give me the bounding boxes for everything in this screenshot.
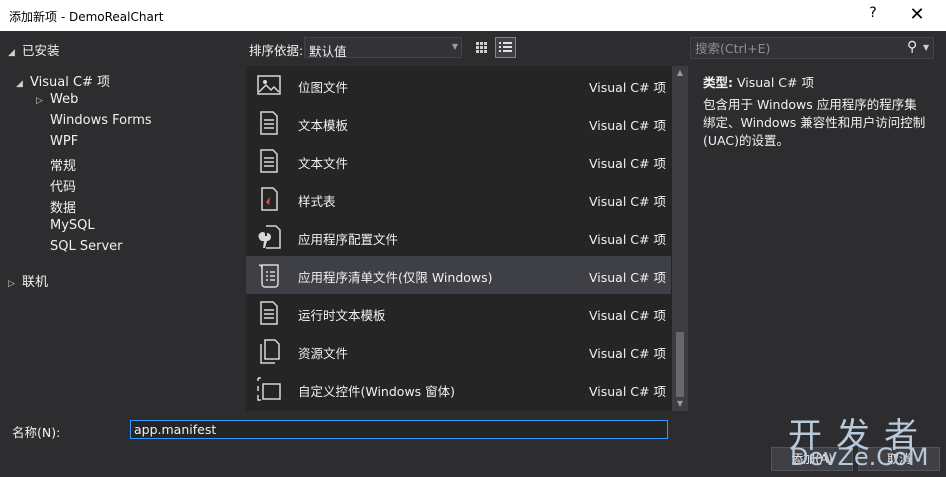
window-title: 添加新项 - DemoRealChart — [9, 10, 164, 24]
template-lang: Visual C# 项 — [589, 118, 666, 133]
custom-control-icon — [257, 377, 281, 401]
template-lang: Visual C# 项 — [589, 232, 666, 247]
template-row-stylesheet[interactable]: 样式表 Visual C# 项 — [246, 180, 671, 218]
collapse-arrow-icon: ◢ — [16, 79, 23, 89]
template-row-bitmap[interactable]: 位图文件 Visual C# 项 — [246, 66, 671, 104]
list-view-button[interactable] — [495, 37, 516, 58]
template-row-app-config[interactable]: 应用程序配置文件 Visual C# 项 — [246, 218, 671, 256]
description-type: 类型: Visual C# 项 — [703, 72, 814, 91]
text-file-icon — [260, 149, 278, 173]
search-input[interactable] — [695, 40, 895, 56]
template-name: 位图文件 — [298, 80, 349, 95]
description-type-value: Visual C# 项 — [736, 75, 814, 90]
tree-item-label: Web — [50, 92, 79, 107]
template-lang: Visual C# 项 — [589, 346, 666, 361]
template-name: 自定义控件(Windows 窗体) — [298, 384, 456, 399]
tree-item-data[interactable]: 数据 — [50, 197, 76, 216]
template-lang: Visual C# 项 — [589, 194, 666, 209]
sort-dropdown[interactable]: 默认值 ▼ — [304, 37, 462, 59]
tree-installed-label: 已安装 — [22, 43, 60, 58]
close-button[interactable]: ✕ — [905, 4, 929, 26]
chevron-down-icon[interactable]: ▼ — [923, 43, 929, 52]
template-list-scrollbar[interactable]: ▲ ▼ — [672, 66, 688, 411]
template-row-app-manifest[interactable]: 应用程序清单文件(仅限 Windows) Visual C# 项 — [246, 256, 671, 294]
name-label: 名称(N): — [12, 425, 61, 440]
text-file-icon — [260, 111, 278, 135]
sort-label: 排序依据: — [249, 43, 304, 58]
template-lang: Visual C# 项 — [589, 156, 666, 171]
template-name: 样式表 — [298, 194, 336, 209]
template-row-runtime-text-template[interactable]: 运行时文本模板 Visual C# 项 — [246, 294, 671, 332]
template-lang: Visual C# 项 — [589, 80, 666, 95]
tree-item-web[interactable]: ▷ Web — [36, 92, 78, 107]
template-row-resource-file[interactable]: 资源文件 Visual C# 项 — [246, 332, 671, 370]
template-name: 文本模板 — [298, 118, 349, 133]
template-row-text-file[interactable]: 文本文件 Visual C# 项 — [246, 142, 671, 180]
search-icon[interactable]: ⚲ — [907, 39, 917, 55]
tree-item-visual-csharp[interactable]: ◢ Visual C# 项 — [16, 71, 110, 90]
template-lang: Visual C# 项 — [589, 384, 666, 399]
collapse-arrow-icon: ◢ — [8, 48, 15, 58]
config-file-icon — [258, 225, 281, 249]
expand-arrow-icon: ▷ — [36, 96, 43, 106]
tree-item-windows-forms[interactable]: Windows Forms — [50, 113, 152, 128]
tree-item-code[interactable]: 代码 — [50, 176, 76, 195]
stylesheet-icon — [261, 187, 278, 211]
template-row-text-template[interactable]: 文本模板 Visual C# 项 — [246, 104, 671, 142]
manifest-icon — [258, 264, 279, 288]
scrollbar-thumb[interactable] — [676, 332, 684, 397]
search-box[interactable]: ⚲ ▼ — [690, 37, 934, 59]
chevron-down-icon: ▼ — [451, 42, 458, 51]
tree-item-label: Visual C# 项 — [30, 75, 111, 90]
title-bar: 添加新项 - DemoRealChart ? ✕ — [0, 0, 946, 31]
expand-arrow-icon: ▷ — [8, 279, 15, 289]
template-name: 应用程序配置文件 — [298, 232, 399, 247]
description-type-label: 类型: — [703, 75, 733, 90]
tree-item-general[interactable]: 常规 — [50, 155, 76, 174]
template-name: 运行时文本模板 — [298, 308, 386, 323]
tree-item-wpf[interactable]: WPF — [50, 134, 78, 149]
template-name: 文本文件 — [298, 156, 349, 171]
template-lang: Visual C# 项 — [589, 270, 666, 285]
tree-item-sql-server[interactable]: SQL Server — [50, 239, 123, 254]
scroll-down-arrow-icon[interactable]: ▼ — [672, 397, 688, 411]
text-file-icon — [260, 301, 278, 325]
name-input[interactable] — [130, 420, 668, 439]
help-button[interactable]: ? — [863, 5, 883, 25]
grid-view-button[interactable] — [471, 37, 492, 58]
list-icon — [499, 42, 512, 52]
template-row-custom-control[interactable]: 自定义控件(Windows 窗体) Visual C# 项 — [246, 370, 671, 408]
scroll-up-arrow-icon[interactable]: ▲ — [672, 66, 688, 80]
template-lang: Visual C# 项 — [589, 308, 666, 323]
template-name: 资源文件 — [298, 346, 349, 361]
grid-icon — [476, 42, 487, 53]
tree-item-mysql[interactable]: MySQL — [50, 218, 95, 233]
template-list[interactable]: 位图文件 Visual C# 项 文本模板 Visual C# 项 文本文件 V… — [246, 66, 688, 411]
tree-item-online[interactable]: ▷ 联机 — [8, 271, 48, 290]
tree-item-label: 联机 — [22, 275, 49, 290]
resource-file-icon — [260, 339, 280, 364]
sort-value: 默认值 — [309, 44, 347, 59]
description-text: 包含用于 Windows 应用程序的程序集绑定、Windows 兼容性和用户访问… — [703, 97, 926, 148]
image-icon — [257, 75, 281, 95]
watermark-en: DevZe.CoM — [790, 443, 929, 471]
template-name: 应用程序清单文件(仅限 Windows) — [298, 270, 493, 285]
tree-installed-header[interactable]: ◢ 已安装 — [8, 40, 60, 59]
